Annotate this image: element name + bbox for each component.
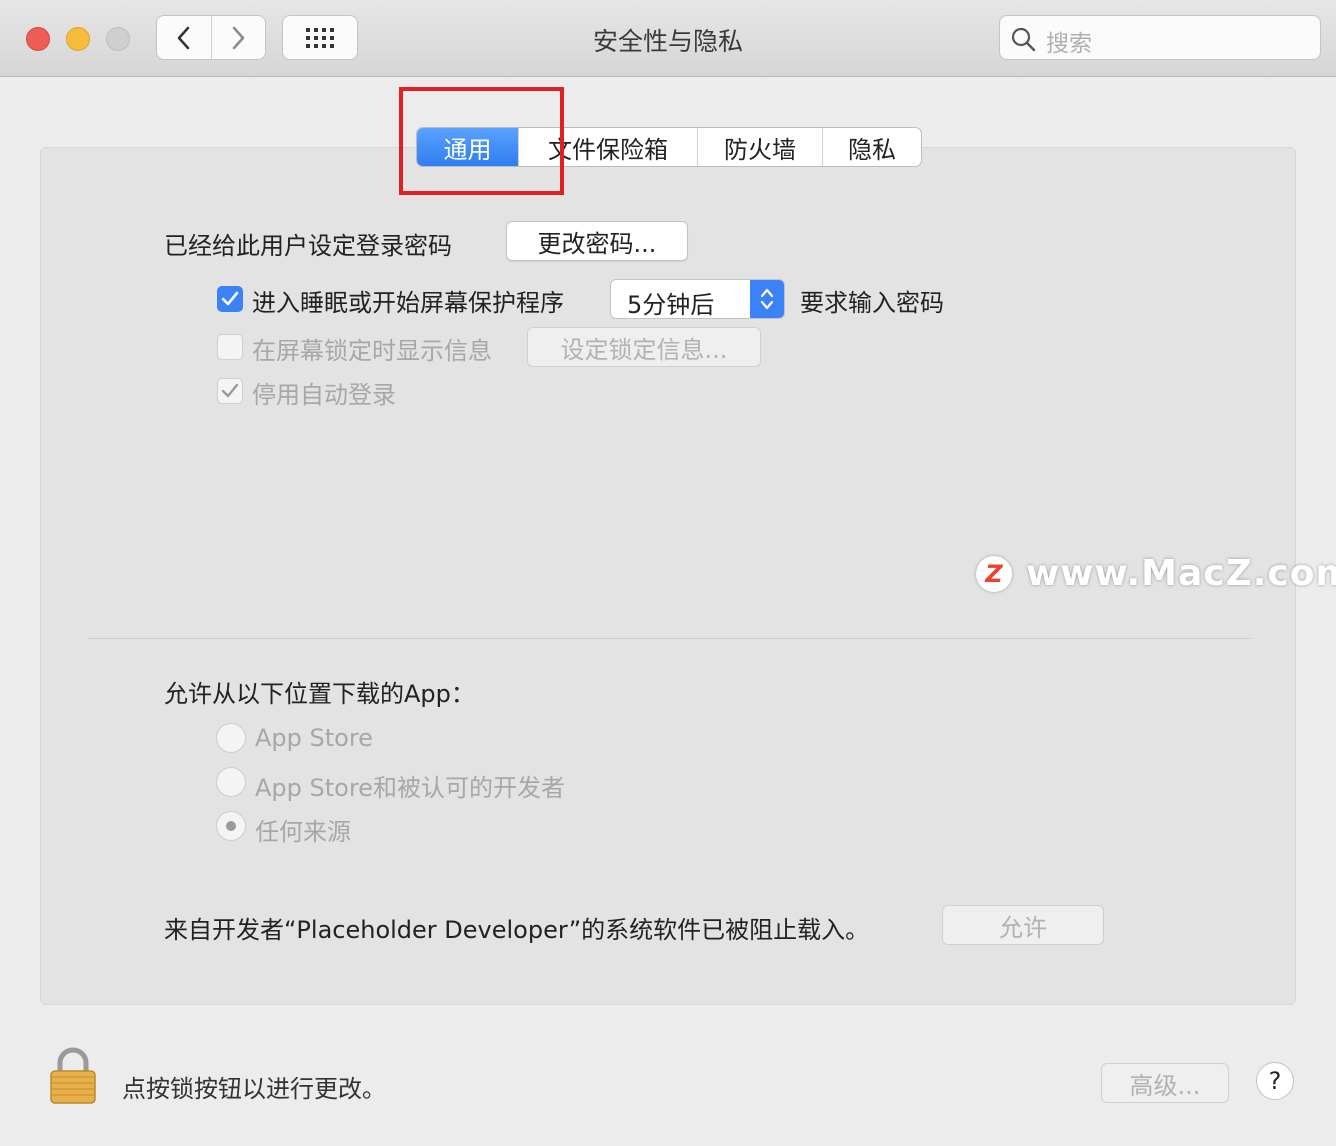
- require-password-suffix: 要求输入密码: [800, 289, 944, 317]
- change-password-button[interactable]: 更改密码...: [506, 221, 688, 261]
- require-password-checkbox[interactable]: [217, 286, 243, 312]
- lock-message-label: 在屏幕锁定时显示信息: [252, 337, 492, 365]
- lock-message-checkbox[interactable]: [217, 334, 243, 360]
- title-bar: 安全性与隐私 搜索: [0, 0, 1336, 77]
- search-placeholder: 搜索: [1046, 31, 1092, 57]
- tab-privacy[interactable]: 隐私: [822, 128, 921, 166]
- password-delay-select[interactable]: 5分钟后: [610, 279, 785, 319]
- macz-logo-icon: Z: [976, 555, 1012, 592]
- watermark-text: www.MacZ.com: [1026, 553, 1336, 594]
- lock-icon[interactable]: [50, 1047, 96, 1109]
- radio-anywhere[interactable]: [216, 811, 246, 841]
- tab-firewall[interactable]: 防火墙: [697, 128, 822, 166]
- section-divider: [88, 638, 1251, 639]
- radio-app-store[interactable]: [216, 723, 246, 753]
- lock-hint-text: 点按锁按钮以进行更改。: [122, 1075, 386, 1103]
- radio-identified-developers-label: App Store和被认可的开发者: [255, 774, 565, 802]
- watermark: Z www.MacZ.com: [976, 553, 1336, 594]
- radio-anywhere-label: 任何来源: [255, 818, 351, 846]
- radio-app-store-label: App Store: [255, 724, 373, 752]
- stepper-arrows-icon: [750, 280, 784, 318]
- radio-identified-developers[interactable]: [216, 767, 246, 797]
- help-button[interactable]: ?: [1256, 1062, 1294, 1100]
- password-delay-value: 5分钟后: [627, 291, 715, 319]
- advanced-button[interactable]: 高级...: [1101, 1063, 1229, 1103]
- search-input[interactable]: 搜索: [999, 15, 1321, 60]
- disable-auto-login-checkbox[interactable]: [217, 378, 243, 404]
- disable-auto-login-label: 停用自动登录: [252, 381, 396, 409]
- checkmark-icon: [221, 291, 239, 306]
- set-lock-message-button[interactable]: 设定锁定信息...: [527, 327, 761, 367]
- radio-selected-dot: [226, 821, 236, 831]
- password-set-label: 已经给此用户设定登录密码: [164, 232, 452, 260]
- blocked-software-message: 来自开发者“Placeholder Developer”的系统软件已被阻止载入。: [164, 916, 870, 944]
- search-icon: [1011, 27, 1036, 52]
- highlight-box: [399, 87, 564, 195]
- checkmark-icon: [221, 383, 239, 398]
- allow-button[interactable]: 允许: [942, 905, 1104, 945]
- require-password-label: 进入睡眠或开始屏幕保护程序: [252, 289, 564, 317]
- downloads-title: 允许从以下位置下载的App：: [164, 680, 475, 708]
